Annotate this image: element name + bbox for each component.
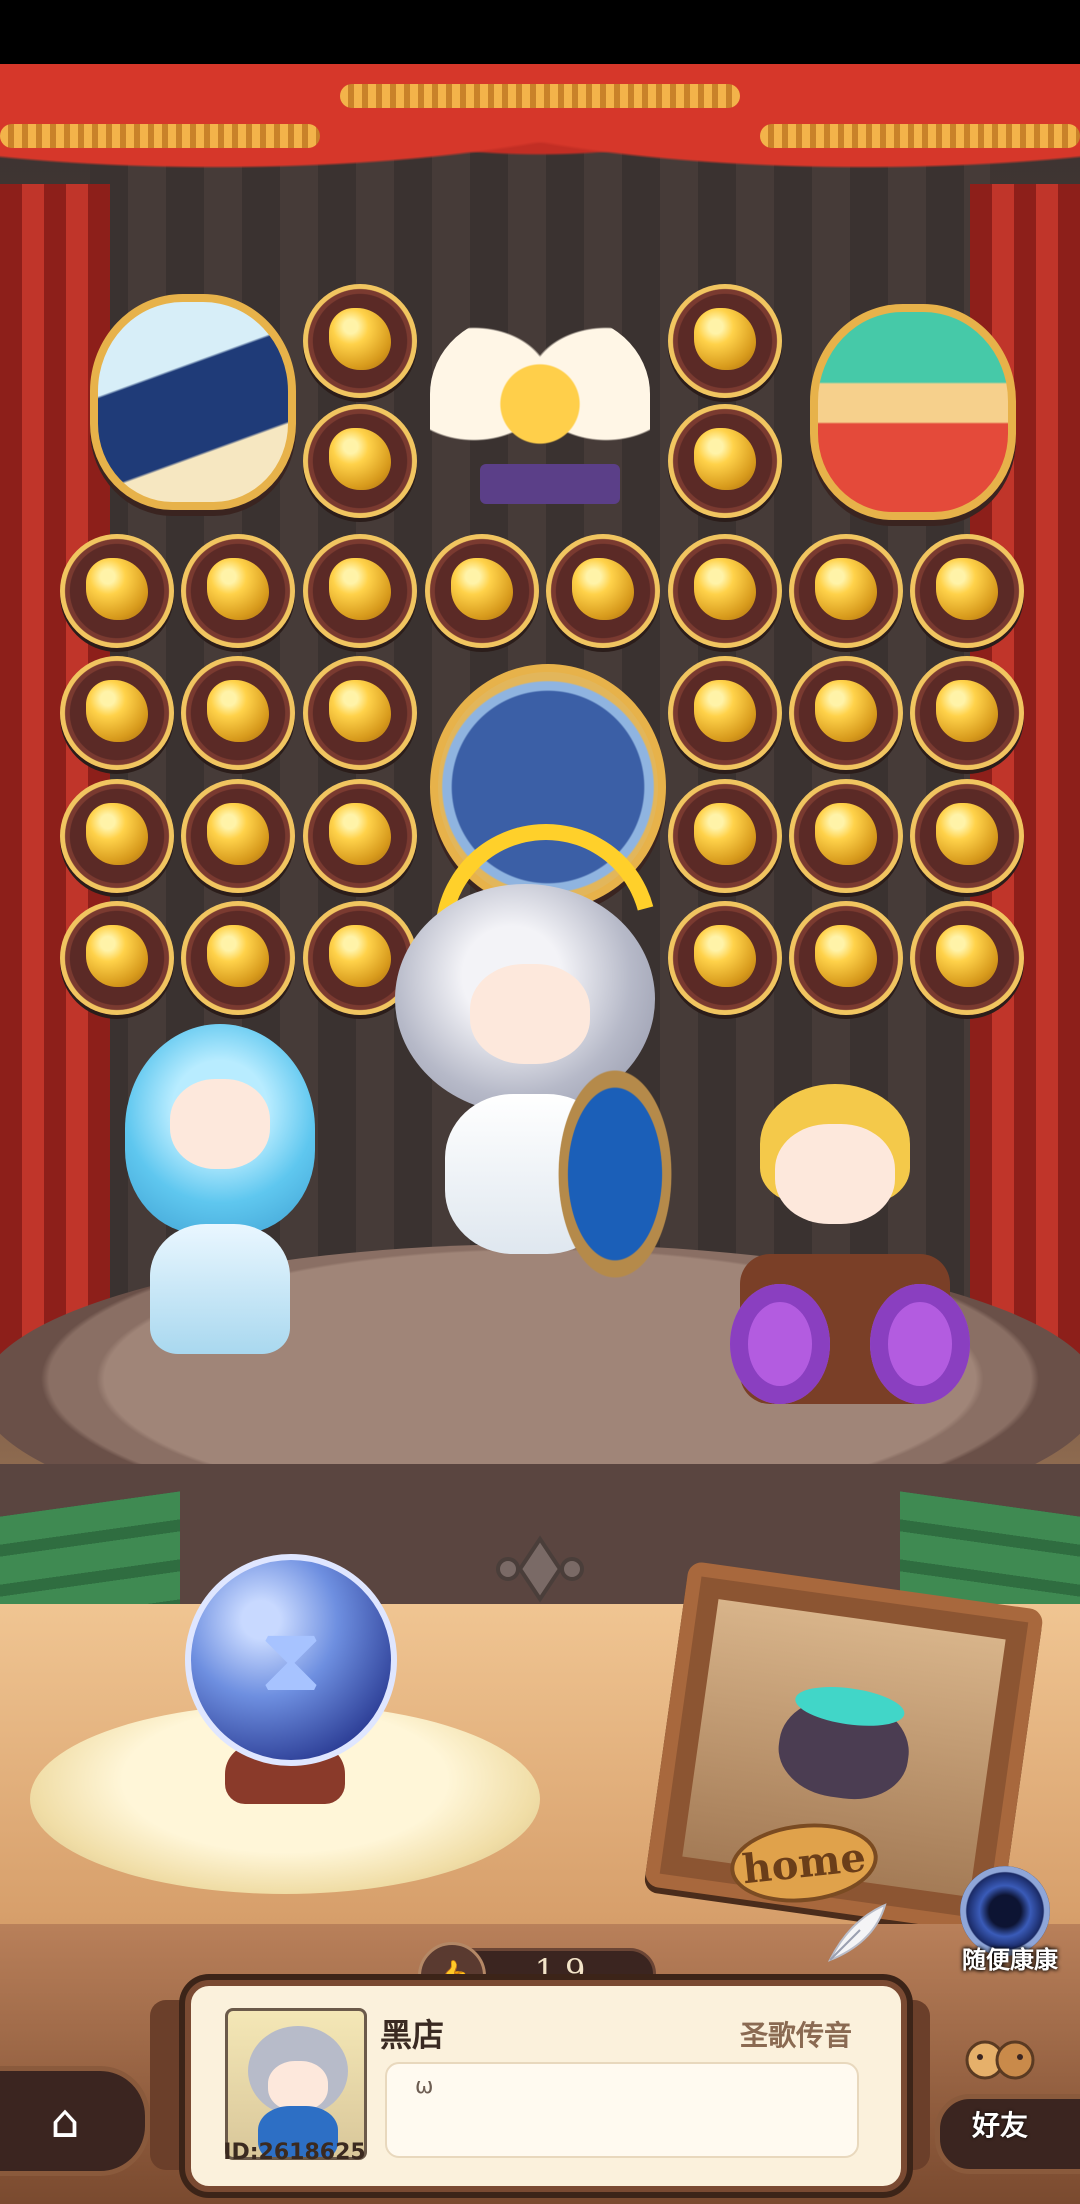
medal-item[interactable] — [668, 534, 782, 648]
gold-fire-icon — [936, 803, 998, 865]
quill-icon[interactable] — [820, 1900, 890, 1970]
hourglass-icon: ⧗ — [259, 1607, 323, 1712]
character-silver-hair-boy[interactable] — [394, 783, 698, 1304]
character-face — [470, 964, 590, 1064]
medal-item[interactable] — [303, 284, 417, 398]
avatar-face — [268, 2061, 328, 2111]
medal-item[interactable] — [303, 534, 417, 648]
medal-item[interactable] — [789, 901, 903, 1015]
home-icon: ⌂ — [50, 2094, 80, 2148]
gold-cheese-icon — [815, 925, 877, 987]
gold-sand-icon — [86, 680, 148, 742]
medal-item[interactable] — [789, 656, 903, 770]
gold-flower-icon — [329, 558, 391, 620]
status-bar — [0, 0, 1080, 64]
curtain-fringe-center — [340, 84, 740, 108]
medal-item[interactable] — [910, 779, 1024, 893]
message-text: ω — [415, 2074, 434, 2099]
character-wheelchair-boy[interactable] — [730, 1084, 970, 1414]
curtain-fringe-left — [0, 124, 320, 148]
gold-bread-icon — [694, 925, 756, 987]
medal-item[interactable] — [181, 901, 295, 1015]
gold-branch-icon — [329, 803, 391, 865]
medal-item[interactable] — [910, 901, 1024, 1015]
gold-leaf-icon — [815, 803, 877, 865]
medal-item[interactable] — [60, 901, 174, 1015]
medal-item[interactable] — [181, 779, 295, 893]
medal-item[interactable] — [668, 656, 782, 770]
magic-mirror-icon — [555, 1064, 675, 1284]
gold-cake-icon — [936, 558, 998, 620]
wheel-icon — [730, 1284, 830, 1404]
medal-item[interactable] — [60, 656, 174, 770]
medal-item[interactable] — [668, 901, 782, 1015]
gold-scroll-icon — [86, 558, 148, 620]
medal-item[interactable] — [910, 534, 1024, 648]
gold-stars-icon — [815, 680, 877, 742]
medal-item[interactable] — [668, 779, 782, 893]
collection-medal-snow-tea[interactable] — [90, 294, 296, 510]
gold-crown-icon — [207, 680, 269, 742]
medal-item[interactable] — [60, 534, 174, 648]
gold-bowl-icon — [572, 558, 634, 620]
curtain-fringe-right — [760, 124, 1080, 148]
player-title: 圣歌传音 — [740, 2019, 853, 2052]
gold-flame-icon — [694, 680, 756, 742]
character-face — [775, 1124, 895, 1224]
message-box[interactable] — [385, 2062, 859, 2158]
hourglass-orb-button[interactable]: ⧗ — [185, 1554, 397, 1766]
medal-item[interactable] — [668, 404, 782, 518]
winged-crest-ribbon — [480, 464, 620, 504]
medal-item[interactable] — [303, 404, 417, 518]
gold-pot-icon — [86, 925, 148, 987]
medal-item[interactable] — [789, 534, 903, 648]
gold-box-icon — [936, 925, 998, 987]
friends-label[interactable]: 好友 — [945, 2104, 1055, 2144]
gold-tulip-icon — [694, 803, 756, 865]
gold-teapot-icon — [815, 558, 877, 620]
gold-fish-icon — [207, 558, 269, 620]
gold-apple-icon — [694, 428, 756, 490]
medal-item[interactable] — [303, 656, 417, 770]
gold-mug-icon — [451, 558, 513, 620]
gold-dumpling-icon — [86, 803, 148, 865]
medal-item[interactable] — [910, 656, 1024, 770]
gold-honey-jar-icon — [329, 308, 391, 370]
stage-scene: ⧗ home — [0, 64, 1080, 2204]
character-face — [170, 1079, 270, 1169]
medal-item[interactable] — [60, 779, 174, 893]
gold-vine-icon — [329, 680, 391, 742]
medal-item[interactable] — [668, 284, 782, 398]
gold-rock-icon — [207, 803, 269, 865]
character-ice-girl[interactable] — [125, 1024, 325, 1364]
gold-axe-icon — [694, 558, 756, 620]
friends-icon — [965, 2040, 1035, 2080]
collection-medal-watermelon[interactable] — [810, 304, 1016, 520]
medal-item[interactable] — [425, 534, 539, 648]
medal-item[interactable] — [181, 656, 295, 770]
stage-emblem-icon — [496, 1535, 584, 1603]
gold-bun-icon — [936, 680, 998, 742]
gold-wand-icon — [694, 308, 756, 370]
wheel-icon — [870, 1284, 970, 1404]
medal-item[interactable] — [181, 534, 295, 648]
player-name: 黑店 — [380, 2016, 445, 2054]
medal-item[interactable] — [546, 534, 660, 648]
home-button[interactable]: ⌂ — [0, 2066, 150, 2176]
random-visit-label[interactable]: 随便康康 — [945, 1940, 1075, 1975]
gold-cloud-icon — [207, 925, 269, 987]
avatar[interactable] — [225, 2008, 367, 2160]
player-id: ID:2618625 — [223, 2140, 366, 2165]
gold-pinwheel-icon — [329, 428, 391, 490]
gold-gourd-icon — [329, 925, 391, 987]
medal-item[interactable] — [789, 779, 903, 893]
character-body — [150, 1224, 290, 1354]
